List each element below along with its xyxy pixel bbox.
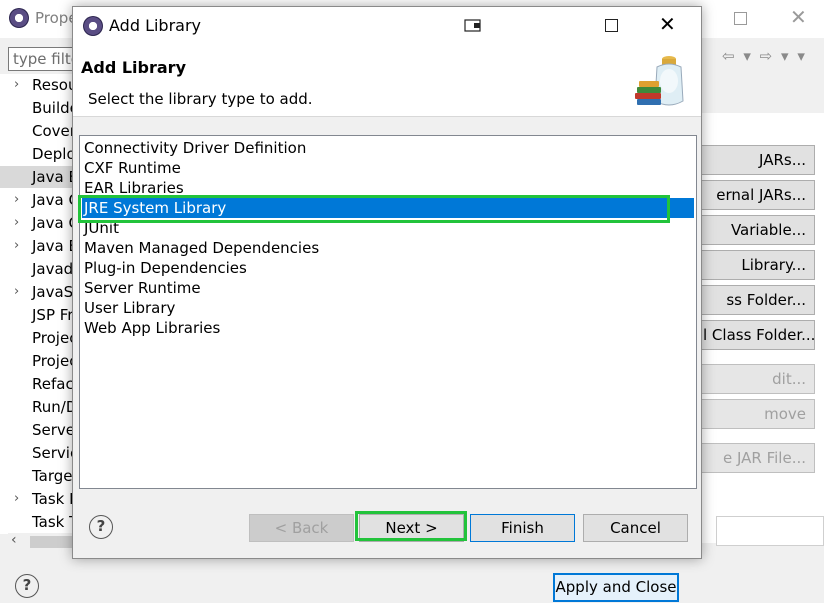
- tree-item[interactable]: Builde: [0, 97, 74, 119]
- tree-item[interactable]: Servic: [0, 442, 74, 464]
- dialog-heading: Add Library: [81, 58, 186, 77]
- library-list-item[interactable]: EAR Libraries: [82, 178, 694, 198]
- details-field: [716, 516, 824, 546]
- tree-item-label: Task T: [32, 513, 74, 531]
- tree-item[interactable]: › Resou: [0, 74, 74, 96]
- tree-item-label: Resou: [32, 76, 74, 94]
- tree-item[interactable]: Serve: [0, 419, 74, 441]
- tree-item[interactable]: Javad: [0, 258, 74, 280]
- tree-horizontal-scrollbar[interactable]: ‹: [8, 532, 74, 551]
- library-list-item[interactable]: JUnit: [82, 218, 694, 238]
- tree-item-label: Projec: [32, 329, 74, 347]
- help-icon[interactable]: ?: [89, 515, 113, 539]
- back-button[interactable]: < Back: [249, 514, 354, 542]
- scroll-left-icon[interactable]: ‹: [11, 532, 17, 548]
- add-library-dialog: Add Library ✕ Add Library Select the lib…: [72, 6, 702, 559]
- back-arrow-icon[interactable]: ⇦ ▾: [722, 47, 753, 65]
- cancel-button[interactable]: Cancel: [583, 514, 688, 542]
- tree-item[interactable]: Refac: [0, 373, 74, 395]
- tree-item-label: Task R: [32, 490, 74, 508]
- filter-input[interactable]: type filte: [8, 47, 74, 71]
- library-jar-icon: [635, 56, 684, 106]
- tree-item-label: Servic: [32, 444, 74, 462]
- help-icon[interactable]: ?: [15, 574, 39, 598]
- tree-item-label: Serve: [32, 421, 74, 439]
- forward-arrow-icon[interactable]: ⇨ ▾: [760, 47, 791, 65]
- tree-item[interactable]: › JavaS: [0, 281, 74, 303]
- chevron-right-icon[interactable]: ›: [14, 212, 24, 234]
- view-menu-icon[interactable]: ▾: [797, 47, 807, 65]
- tree-item-label: Projec: [32, 352, 74, 370]
- tree-item[interactable]: Cover: [0, 120, 74, 142]
- library-list-item[interactable]: JRE System Library: [82, 198, 694, 218]
- tree-item-label: Deplo: [32, 145, 74, 163]
- tree-item-label: Builde: [32, 99, 74, 117]
- library-list-item[interactable]: User Library: [82, 298, 694, 318]
- library-list-item[interactable]: Plug-in Dependencies: [82, 258, 694, 278]
- finish-button[interactable]: Finish: [470, 514, 575, 542]
- tree-item-label: Javad: [32, 260, 74, 278]
- chevron-right-icon[interactable]: ›: [14, 281, 24, 303]
- tree-item-label: Java E: [32, 237, 74, 255]
- tree-item[interactable]: › Java E: [0, 235, 74, 257]
- chevron-right-icon[interactable]: ›: [14, 488, 24, 510]
- tree-item[interactable]: Targe: [0, 465, 74, 487]
- library-list-item[interactable]: Server Runtime: [82, 278, 694, 298]
- tree-item-label: Java C: [32, 214, 74, 232]
- tree-item[interactable]: Java B: [0, 166, 74, 188]
- tree-item[interactable]: › Task R: [0, 488, 74, 510]
- tree-item[interactable]: Projec: [0, 327, 74, 349]
- dialog-header: Add Library Select the library type to a…: [73, 45, 701, 117]
- tree-item-label: Run/D: [32, 398, 74, 416]
- tree-item-label: Java C: [32, 191, 74, 209]
- dialog-titlebar: Add Library ✕: [73, 7, 701, 45]
- close-icon[interactable]: ✕: [790, 4, 807, 30]
- tree-item[interactable]: Projec: [0, 350, 74, 372]
- chevron-right-icon[interactable]: ›: [14, 235, 24, 257]
- eclipse-app-icon: [9, 8, 29, 28]
- eclipse-app-icon: [83, 16, 103, 36]
- tree-item-label: Refac: [32, 375, 74, 393]
- close-icon[interactable]: ✕: [659, 11, 676, 37]
- restore-icon[interactable]: [464, 17, 484, 33]
- tree-item-label: Java B: [32, 168, 74, 186]
- history-navigation[interactable]: ⇦ ▾ ⇨ ▾ ▾: [722, 47, 807, 65]
- chevron-right-icon[interactable]: ›: [14, 74, 24, 96]
- tree-item[interactable]: Deplo: [0, 143, 74, 165]
- dialog-description: Select the library type to add.: [88, 90, 313, 108]
- tree-item[interactable]: JSP Fr: [0, 304, 74, 326]
- tree-item-label: Cover: [32, 122, 74, 140]
- tree-item-label: JavaS: [32, 283, 74, 301]
- library-list-item[interactable]: Connectivity Driver Definition: [82, 138, 694, 158]
- scrollbar-thumb[interactable]: [30, 536, 74, 548]
- tree-item-label: JSP Fr: [32, 306, 74, 324]
- next-button[interactable]: Next >: [359, 514, 464, 542]
- tree-item[interactable]: › Java C: [0, 189, 74, 211]
- properties-nav-tree: › Resou Builde Cover Deplo Java B › Java C › Java…: [0, 74, 74, 534]
- tree-item[interactable]: › Java C: [0, 212, 74, 234]
- apply-and-close-button[interactable]: Apply and Close: [553, 573, 679, 602]
- chevron-right-icon[interactable]: ›: [14, 189, 24, 211]
- library-list-item[interactable]: CXF Runtime: [82, 158, 694, 178]
- maximize-icon[interactable]: [734, 12, 747, 25]
- maximize-icon[interactable]: [605, 19, 618, 32]
- library-list-item[interactable]: Maven Managed Dependencies: [82, 238, 694, 258]
- library-list-item[interactable]: Web App Libraries: [82, 318, 694, 338]
- tree-item[interactable]: Task T: [0, 511, 74, 533]
- library-type-list[interactable]: Connectivity Driver Definition CXF Runtim…: [79, 135, 697, 489]
- tree-item-label: Targe: [32, 467, 73, 485]
- dialog-title: Add Library: [109, 16, 202, 35]
- tree-item[interactable]: Run/D: [0, 396, 74, 418]
